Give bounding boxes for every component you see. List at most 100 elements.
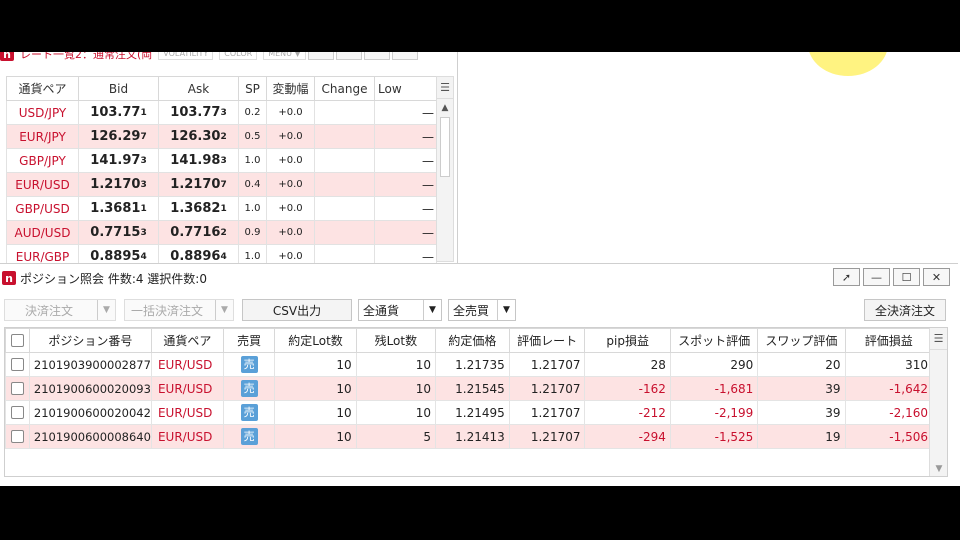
rate-scrollbar[interactable]: ☰ ▲: [436, 76, 454, 262]
sell-badge: 売: [240, 356, 258, 373]
rate-row[interactable]: AUD/USD 0.77153 0.77162 0.9 +0.0—: [6, 220, 437, 245]
swap-eval-cell: 19: [757, 424, 846, 449]
settle-order-button[interactable]: 決済注文 ▼: [4, 299, 116, 321]
lot-cell: 10: [274, 424, 357, 449]
col-lot[interactable]: 約定Lot数: [274, 328, 357, 353]
grid-column-menu-icon[interactable]: ☰: [930, 328, 947, 350]
scroll-thumb[interactable]: [440, 117, 450, 177]
col-remaining-lot[interactable]: 残Lot数: [355, 328, 436, 353]
sell-badge: 売: [240, 380, 258, 397]
bid-cell[interactable]: 103.771: [78, 100, 159, 125]
col-low[interactable]: Low: [374, 76, 437, 101]
grid-scrollbar[interactable]: ☰ ▼: [929, 328, 947, 476]
pip-pl-cell: -294: [584, 424, 671, 449]
pair-cell: EUR/JPY: [6, 124, 79, 149]
col-ask[interactable]: Ask: [158, 76, 239, 101]
volatility-button[interactable]: VOLATILITY: [158, 52, 214, 60]
row-checkbox[interactable]: [5, 376, 30, 401]
col-sp[interactable]: SP: [238, 76, 267, 101]
col-pair[interactable]: 通貨ペア: [6, 76, 79, 101]
bid-cell[interactable]: 1.36811: [78, 196, 159, 221]
ask-cell[interactable]: 1.21707: [158, 172, 239, 197]
rate-close-button[interactable]: [391, 52, 418, 60]
change-cell: [314, 148, 375, 173]
settle-order-label: 決済注文: [25, 303, 74, 318]
maximize-icon[interactable]: ☐: [893, 268, 920, 286]
column-menu-icon[interactable]: ☰: [437, 77, 453, 99]
bid-value: 141.97: [90, 153, 141, 168]
ask-cell[interactable]: 1.36821: [158, 196, 239, 221]
ask-pip: 4: [220, 252, 227, 262]
rate-row[interactable]: GBP/JPY 141.973 141.983 1.0 +0.0—: [6, 148, 437, 173]
app-stage: n レート一覧2：通常注文(両 VOLATILITY COLOR MENU ▼ …: [0, 52, 960, 486]
position-row[interactable]: 2101900600008640 EUR/USD 売 10 5 1.21413 1.2170…: [5, 424, 947, 449]
rate-row[interactable]: GBP/USD 1.36811 1.36821 1.0 +0.0—: [6, 196, 437, 221]
col-spot-eval[interactable]: スポット評価: [669, 328, 759, 353]
bid-pip: 7: [140, 132, 147, 142]
rate-window-titlebar: n レート一覧2：通常注文(両 VOLATILITY COLOR MENU ▼: [0, 52, 458, 62]
col-price[interactable]: 約定価格: [434, 328, 510, 353]
close-icon[interactable]: ✕: [923, 268, 950, 286]
ask-cell[interactable]: 0.77162: [158, 220, 239, 245]
bid-cell[interactable]: 141.973: [78, 148, 159, 173]
row-checkbox[interactable]: [5, 352, 30, 377]
price-cell: 1.21495: [434, 400, 510, 425]
ask-pip: 3: [220, 156, 227, 166]
position-row[interactable]: 2101900600020042 EUR/USD 売 10 10 1.21495 1.217…: [5, 400, 947, 425]
bid-value: 1.3681: [90, 201, 141, 216]
col-change[interactable]: Change: [314, 76, 375, 101]
eval-rate-cell: 1.21707: [508, 376, 586, 401]
ask-cell[interactable]: 141.983: [158, 148, 239, 173]
chevron-down-icon: ▼: [423, 300, 441, 320]
col-eval-pl[interactable]: 評価損益: [844, 328, 933, 353]
col-swap-eval[interactable]: スワップ評価: [757, 328, 846, 353]
col-pip-pl[interactable]: pip損益: [584, 328, 671, 353]
col-eval-rate[interactable]: 評価レート: [508, 328, 586, 353]
rate-header-row: 通貨ペア Bid Ask SP 変動幅 Change Low: [6, 76, 437, 101]
bid-cell[interactable]: 1.21703: [78, 172, 159, 197]
bid-cell[interactable]: 0.77153: [78, 220, 159, 245]
lot-cell: 10: [274, 376, 357, 401]
ask-cell[interactable]: 103.773: [158, 100, 239, 125]
currency-filter-select[interactable]: 全通貨 ▼: [358, 299, 442, 321]
rate-row[interactable]: USD/JPY 103.771 103.773 0.2 +0.0—: [6, 100, 437, 125]
scroll-down-icon[interactable]: ▼: [930, 464, 947, 474]
rate-row[interactable]: EUR/USD 1.21703 1.21707 0.4 +0.0—: [6, 172, 437, 197]
ask-value: 103.77: [170, 105, 221, 120]
bid-pip: 4: [140, 252, 147, 262]
col-pair[interactable]: 通貨ペア: [150, 328, 224, 353]
position-row[interactable]: 2101903900002877 EUR/USD 売 10 10 1.21735 1.217…: [5, 352, 947, 377]
position-row[interactable]: 2101900600020093 EUR/USD 売 10 10 1.21545 1.217…: [5, 376, 947, 401]
bid-cell[interactable]: 126.297: [78, 124, 159, 149]
pip-pl-cell: -162: [584, 376, 671, 401]
remaining-lot-cell: 5: [355, 424, 436, 449]
col-bid[interactable]: Bid: [78, 76, 159, 101]
eval-rate-cell: 1.21707: [508, 424, 586, 449]
rate-maximize-button[interactable]: [363, 52, 390, 60]
sp-cell: 1.0: [238, 148, 267, 173]
csv-export-button[interactable]: CSV出力: [242, 299, 352, 321]
col-position-id[interactable]: ポジション番号: [28, 328, 152, 353]
swap-eval-cell: 39: [757, 400, 846, 425]
ask-cell[interactable]: 126.302: [158, 124, 239, 149]
pin-icon[interactable]: ➚: [833, 268, 860, 286]
minimize-icon[interactable]: —: [863, 268, 890, 286]
color-button[interactable]: COLOR: [219, 52, 258, 60]
settle-all-button[interactable]: 全決済注文: [864, 299, 946, 321]
low-cell: —: [374, 172, 437, 197]
side-filter-select[interactable]: 全売買 ▼: [448, 299, 516, 321]
row-checkbox[interactable]: [5, 424, 30, 449]
rate-minimize-button[interactable]: [335, 52, 362, 60]
bulk-settle-button[interactable]: 一括決済注文 ▼: [124, 299, 234, 321]
row-checkbox[interactable]: [5, 400, 30, 425]
col-side[interactable]: 売買: [222, 328, 276, 353]
rate-list-window: n レート一覧2：通常注文(両 VOLATILITY COLOR MENU ▼ …: [0, 52, 458, 269]
scroll-up-icon[interactable]: ▲: [437, 99, 453, 117]
col-range[interactable]: 変動幅: [266, 76, 315, 101]
rate-pin-button[interactable]: [307, 52, 334, 60]
bid-pip: 1: [140, 204, 147, 214]
menu-button[interactable]: MENU ▼: [263, 52, 306, 60]
select-all-checkbox[interactable]: [5, 328, 30, 353]
eval-pl-cell: -1,642: [844, 376, 933, 401]
rate-row[interactable]: EUR/JPY 126.297 126.302 0.5 +0.0—: [6, 124, 437, 149]
